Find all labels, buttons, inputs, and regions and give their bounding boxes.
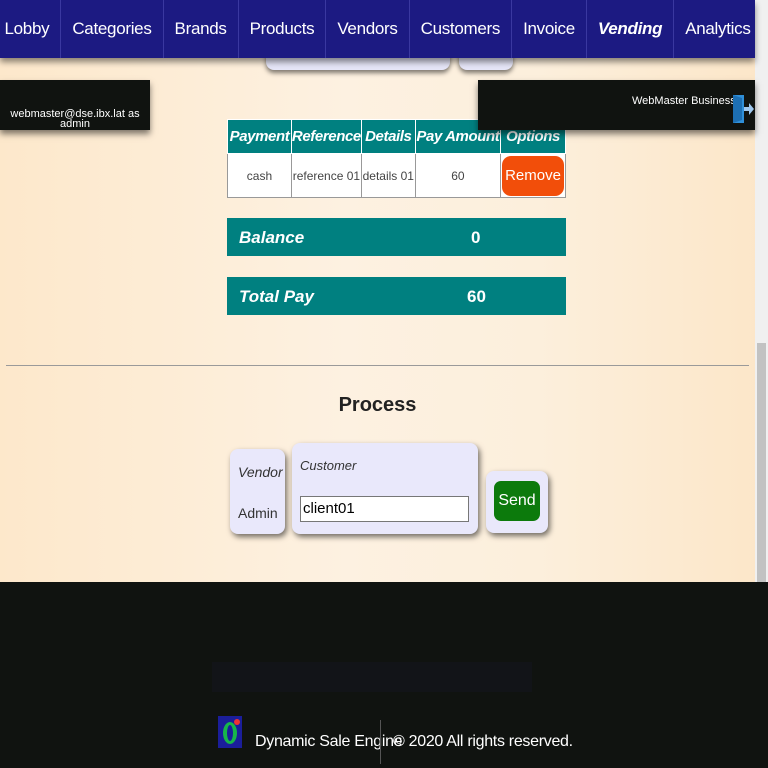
- dse-logo-icon: [218, 716, 242, 753]
- footer-ghost: [212, 662, 532, 692]
- nav-vendors[interactable]: Vendors: [325, 0, 408, 58]
- nav-customers[interactable]: Customers: [408, 0, 512, 58]
- customer-card: Customer client01: [292, 443, 478, 534]
- vertical-scrollbar[interactable]: [755, 0, 768, 583]
- total-pay-bar: Total Pay 60: [227, 277, 566, 315]
- user-session-text: webmaster@dse.ibx.lat as admin: [10, 108, 140, 130]
- vendor-label: Vendor: [238, 464, 283, 480]
- footer-copyright: © 2020 All rights reserved.: [393, 733, 573, 750]
- nav-invoice[interactable]: Invoice: [511, 0, 586, 58]
- vendor-card: Vendor Admin: [230, 449, 285, 534]
- nav-analytics[interactable]: Analytics: [673, 0, 761, 58]
- total-pay-value: 60: [467, 287, 486, 306]
- footer-separator: [380, 720, 381, 764]
- col-reference: Reference: [290, 119, 362, 154]
- business-bar: WebMaster Business: [478, 80, 755, 130]
- vendor-value: Admin: [238, 505, 278, 521]
- col-payment: Payment: [227, 119, 292, 154]
- process-title: Process: [338, 394, 417, 416]
- cell-details: details 01: [360, 153, 416, 198]
- balance-label: Balance: [239, 228, 305, 247]
- customer-label: Customer: [300, 458, 357, 473]
- customer-input[interactable]: client01: [300, 496, 469, 522]
- balance-bar: Balance 0: [227, 218, 566, 256]
- business-name: WebMaster Business: [632, 95, 736, 107]
- scrollbar-thumb[interactable]: [757, 343, 766, 583]
- cell-payment: cash: [227, 153, 292, 198]
- user-session-bar: webmaster@dse.ibx.lat as admin: [0, 80, 150, 130]
- remove-button[interactable]: Remove: [502, 155, 565, 196]
- cell-amount: 60: [414, 153, 502, 198]
- payments-table: Payment Reference Details Pay Amount Opt…: [227, 119, 566, 198]
- nav-categories[interactable]: Categories: [60, 0, 162, 58]
- nav-lobby[interactable]: Lobby: [0, 0, 60, 58]
- nav-brands[interactable]: Brands: [162, 0, 238, 58]
- footer: Dynamic Sale Engine © 2020 All rights re…: [0, 582, 768, 768]
- table-row: cash reference 01 details 01 60 Remove: [227, 153, 566, 198]
- cell-options: Remove: [500, 153, 566, 198]
- send-card: Send: [486, 471, 548, 533]
- main-navbar: Lobby Categories Brands Products Vendors…: [0, 0, 755, 58]
- cell-reference: reference 01: [290, 153, 362, 198]
- balance-value: 0: [471, 228, 481, 247]
- send-button[interactable]: Send: [494, 481, 540, 521]
- col-details: Details: [360, 119, 416, 154]
- section-divider: [6, 365, 749, 366]
- nav-vending[interactable]: Vending: [585, 0, 673, 58]
- logout-icon[interactable]: [732, 94, 754, 127]
- nav-products[interactable]: Products: [237, 0, 326, 58]
- total-pay-label: Total Pay: [239, 287, 314, 306]
